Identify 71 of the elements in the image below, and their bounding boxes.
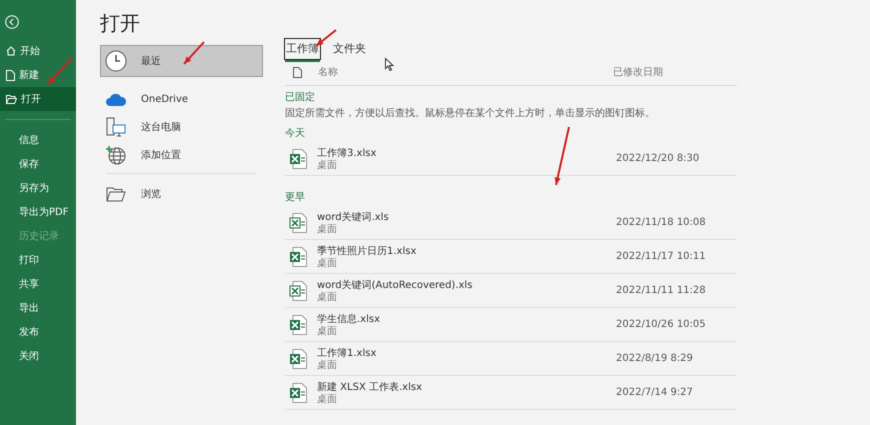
group-heading: 今天 — [285, 127, 306, 140]
hint-text: 固定所需文件，方便以后查找。鼠标悬停在某个文件上方时，单击显示的图钉图标。 — [285, 106, 656, 120]
cloud-icon — [105, 92, 127, 106]
sidebar-item[interactable]: 另存为 — [0, 176, 76, 200]
location-item[interactable]: 浏览 — [100, 180, 263, 208]
file-name: 工作簿1.xlsx — [317, 347, 378, 360]
file-name: word关键词(AutoRecovered).xls — [317, 278, 474, 292]
file-location: 桌面 — [317, 394, 338, 405]
document-icon — [6, 70, 15, 80]
spreadsheet-file-icon — [289, 246, 307, 266]
back-icon[interactable] — [5, 15, 19, 29]
sidebar-item[interactable]: 打印 — [0, 248, 76, 272]
sidebar-item[interactable]: 信息 — [0, 128, 76, 152]
sidebar-item[interactable]: 新建 — [0, 63, 76, 87]
sidebar-item[interactable]: 导出为PDF — [0, 200, 76, 224]
sidebar-item[interactable]: 保存 — [0, 152, 76, 176]
column-header[interactable]: 名称 — [318, 65, 338, 79]
file-row[interactable]: 工作簿1.xlsx 桌面 2022/8/19 8:29 — [285, 342, 737, 376]
home-icon — [6, 46, 16, 56]
spreadsheet-file-icon — [289, 382, 307, 402]
sidebar-item[interactable]: 共享 — [0, 272, 76, 296]
file-name: 新建 XLSX 工作表.xlsx — [317, 380, 423, 394]
spreadsheet-file-icon — [289, 314, 307, 334]
spreadsheet-file-icon — [289, 280, 307, 300]
sidebar-item[interactable]: 开始 — [0, 39, 76, 63]
file-name: 工作簿3.xlsx — [317, 147, 378, 160]
tab[interactable]: 文件夹 — [332, 39, 367, 59]
file-row[interactable]: 新建 XLSX 工作表.xlsx 桌面 2022/7/14 9:27 — [285, 376, 737, 410]
file-row[interactable]: 季节性照片日历1.xlsx 桌面 2022/11/17 10:11 — [285, 240, 737, 274]
file-row[interactable]: 学生信息.xlsx 桌面 2022/10/26 10:05 — [285, 308, 737, 342]
file-name: 学生信息.xlsx — [317, 312, 382, 326]
document-icon — [293, 66, 302, 78]
modified-date: 2022/11/18 10:08 — [616, 217, 706, 228]
group-heading: 更早 — [285, 191, 306, 204]
file-location: 桌面 — [317, 258, 338, 269]
file-location: 桌面 — [317, 326, 338, 337]
modified-date: 2022/7/14 9:27 — [616, 387, 693, 398]
file-location: 桌面 — [317, 224, 338, 235]
spreadsheet-file-icon — [289, 148, 307, 168]
file-location: 桌面 — [317, 160, 338, 171]
page-title: 打开 — [100, 10, 141, 37]
modified-date: 2022/10/26 10:05 — [616, 319, 706, 330]
modified-date: 2022/11/11 11:28 — [616, 285, 706, 296]
location-item[interactable]: 这台电脑 — [100, 113, 263, 141]
mouse-pointer-icon — [385, 58, 394, 71]
sidebar-item[interactable]: 关闭 — [0, 344, 76, 368]
file-location: 桌面 — [317, 292, 338, 303]
sidebar-item[interactable]: 导出 — [0, 296, 76, 320]
column-header[interactable]: 已修改日期 — [613, 65, 663, 79]
location-item[interactable]: OneDrive — [100, 85, 263, 113]
file-row[interactable]: word关键词(AutoRecovered).xls 桌面 2022/11/11 11:28 — [285, 274, 737, 308]
file-row[interactable]: 工作簿3.xlsx 桌面 2022/12/20 8:30 — [285, 142, 737, 176]
group-heading: 已固定 — [285, 90, 316, 104]
file-name: word关键词.xls — [317, 210, 390, 224]
file-location: 桌面 — [317, 360, 338, 371]
sidebar-item[interactable]: 打开 — [0, 87, 76, 111]
modified-date: 2022/8/19 8:29 — [616, 353, 693, 364]
clock-icon — [105, 50, 127, 72]
modified-date: 2022/12/20 8:30 — [616, 153, 700, 164]
globe-add-icon — [105, 145, 127, 165]
folder-icon — [6, 94, 17, 104]
computer-icon — [105, 117, 127, 137]
modified-date: 2022/11/17 10:11 — [616, 251, 706, 262]
folder-icon — [105, 186, 127, 202]
spreadsheet-file-icon — [289, 212, 307, 232]
sidebar-item[interactable]: 发布 — [0, 320, 76, 344]
file-row[interactable]: word关键词.xls 桌面 2022/11/18 10:08 — [285, 206, 737, 240]
location-item[interactable]: 最近 — [100, 45, 263, 77]
location-item[interactable]: 添加位置 — [100, 141, 263, 169]
file-name: 季节性照片日历1.xlsx — [317, 244, 418, 258]
spreadsheet-file-icon — [289, 348, 307, 368]
